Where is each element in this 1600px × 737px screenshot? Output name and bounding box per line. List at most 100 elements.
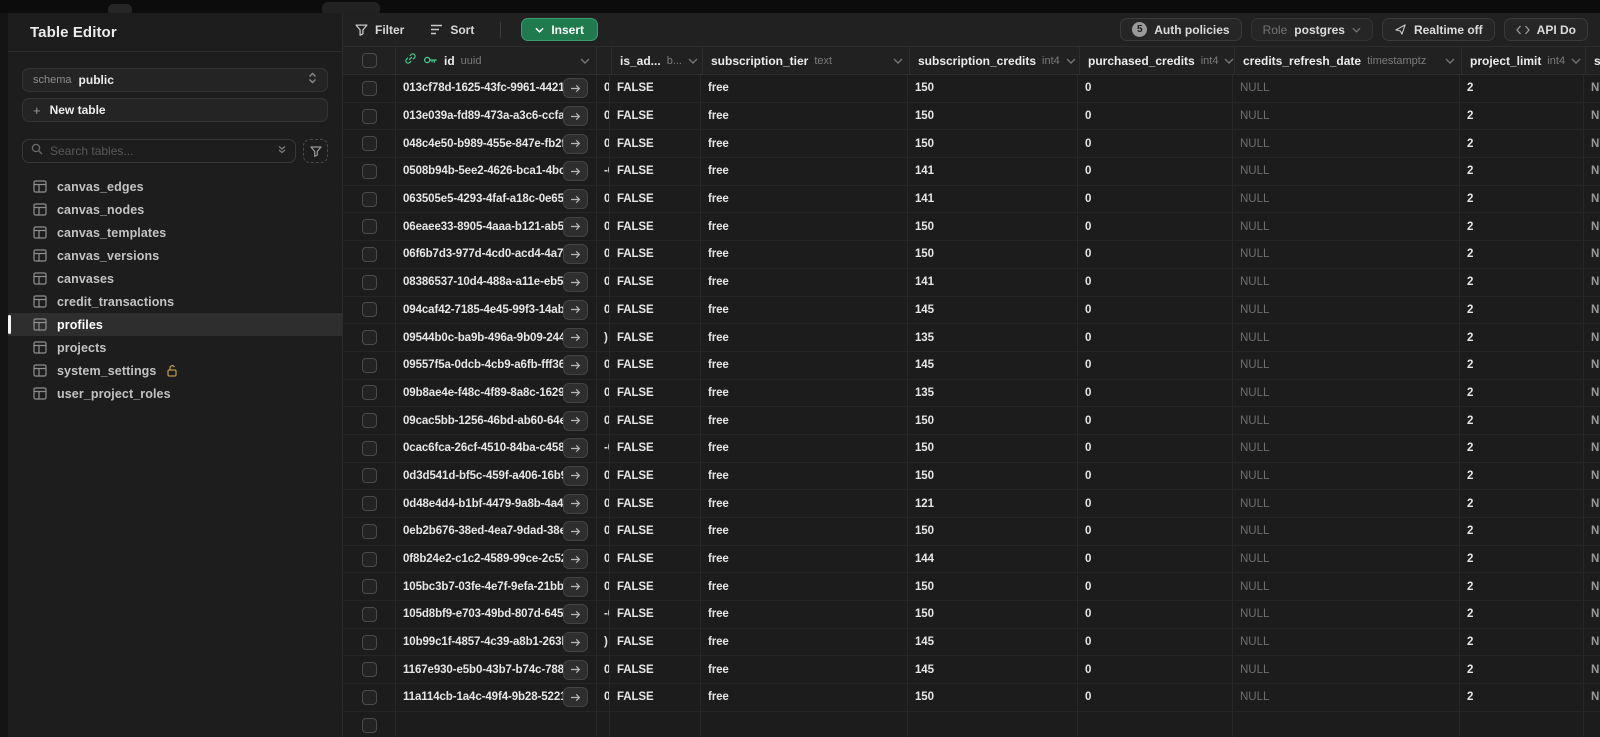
cell-id[interactable]: 0d48e4d4-b1bf-4479-9a8b-4a4b... — [396, 490, 597, 517]
cell-tier[interactable]: free — [701, 268, 908, 296]
cell-frag[interactable]: 0 — [597, 268, 610, 296]
cell-id[interactable]: 09557f5a-0dcb-4cb9-a6fb-fff366... — [396, 351, 597, 379]
cell-purchased[interactable]: 0 — [1078, 462, 1233, 490]
expand-row-button[interactable] — [563, 493, 588, 514]
row-checkbox[interactable] — [361, 274, 377, 290]
cell-last[interactable] — [1584, 712, 1600, 737]
cell-refresh[interactable]: NULL — [1233, 684, 1460, 711]
cell-id[interactable]: 048c4e50-b989-455e-847e-fb2f... — [396, 130, 597, 158]
cell-last[interactable]: NULL — [1584, 573, 1600, 600]
cell-purchased[interactable] — [1078, 711, 1233, 737]
cell-refresh[interactable]: NULL — [1233, 351, 1460, 379]
expand-row-button[interactable] — [563, 272, 588, 293]
cell-sub_credits[interactable]: 145 — [908, 656, 1078, 684]
header-cell-subscription-credits[interactable]: subscription_credits int4 — [910, 47, 1080, 74]
cell-is_admin[interactable]: FALSE — [610, 185, 701, 213]
cell-frag[interactable]: 0( — [597, 296, 610, 324]
header-cell-id[interactable]: id uuid — [396, 47, 597, 74]
cell-last[interactable]: NULL — [1584, 656, 1600, 683]
cell-frag[interactable]: 0( — [597, 490, 610, 517]
cell-id[interactable]: 094caf42-7185-4e45-99f3-14abee... — [396, 296, 597, 324]
cell-refresh[interactable]: NULL — [1233, 490, 1460, 517]
column-menu-chevron-icon[interactable] — [1066, 58, 1076, 64]
row-checkbox[interactable] — [361, 413, 377, 429]
column-menu-chevron-icon[interactable] — [1571, 58, 1581, 64]
column-menu-chevron-icon[interactable] — [580, 58, 590, 64]
cell-tier[interactable]: free — [701, 490, 908, 517]
cell-frag[interactable]: 0( — [597, 130, 610, 158]
cell-frag[interactable]: 0( — [597, 351, 610, 379]
cell-tier[interactable]: free — [701, 573, 908, 601]
row-checkbox[interactable] — [361, 634, 377, 650]
cell-limit[interactable]: 2 — [1460, 296, 1584, 324]
chevron-double-icon[interactable] — [277, 142, 287, 160]
expand-row-button[interactable] — [563, 465, 588, 486]
cell-sub_credits[interactable]: 141 — [908, 185, 1078, 213]
cell-refresh[interactable]: NULL — [1233, 545, 1460, 573]
row-checkbox[interactable] — [361, 191, 377, 207]
row-checkbox[interactable] — [361, 468, 377, 484]
cell-refresh[interactable]: NULL — [1233, 241, 1460, 268]
sidebar-item-canvas_templates[interactable]: canvas_templates — [8, 221, 342, 244]
cell-tier[interactable]: free — [701, 379, 908, 407]
filter-button[interactable]: Filter — [355, 23, 404, 37]
row-checkbox[interactable] — [361, 246, 377, 262]
cell-frag[interactable]: 0( — [597, 656, 610, 684]
cell-frag[interactable]: ) — [597, 324, 610, 351]
cell-tier[interactable]: free — [701, 628, 908, 656]
cell-purchased[interactable]: 0 — [1078, 130, 1233, 158]
cell-id[interactable] — [396, 711, 597, 737]
cell-tier[interactable]: free — [701, 75, 908, 102]
row-checkbox[interactable] — [361, 219, 377, 235]
cell-purchased[interactable]: 0 — [1078, 490, 1233, 517]
cell-sub_credits[interactable]: 150 — [908, 130, 1078, 158]
cell-sub_credits[interactable]: 141 — [908, 158, 1078, 185]
cell-id[interactable]: 0eb2b676-38ed-4ea7-9dad-38e6... — [396, 518, 597, 545]
cell-sub_credits[interactable]: 150 — [908, 518, 1078, 545]
cell-limit[interactable]: 2 — [1460, 545, 1584, 573]
cell-last[interactable]: NULL — [1584, 490, 1600, 517]
expand-row-button[interactable] — [563, 355, 588, 376]
cell-refresh[interactable]: NULL — [1233, 601, 1460, 628]
cell-is_admin[interactable]: FALSE — [610, 324, 701, 351]
cell-refresh[interactable]: NULL — [1233, 324, 1460, 351]
row-checkbox[interactable] — [361, 717, 377, 733]
cell-purchased[interactable]: 0 — [1078, 324, 1233, 351]
row-checkbox[interactable] — [361, 440, 377, 456]
cell-last[interactable]: NULL — [1584, 241, 1600, 268]
cell-refresh[interactable]: NULL — [1233, 75, 1460, 102]
expand-row-button[interactable] — [563, 299, 588, 320]
cell-is_admin[interactable] — [610, 711, 701, 737]
cell-sub_credits[interactable]: 145 — [908, 296, 1078, 324]
insert-button[interactable]: Insert — [521, 18, 599, 41]
cell-is_admin[interactable]: FALSE — [610, 268, 701, 296]
cell-id[interactable]: 063505e5-4293-4faf-a18c-0e65b... — [396, 185, 597, 213]
row-checkbox[interactable] — [361, 606, 377, 622]
cell-last[interactable]: NULL — [1584, 103, 1600, 130]
cell-id[interactable]: 105d8bf9-e703-49bd-807d-645e... — [396, 601, 597, 628]
cell-refresh[interactable]: NULL — [1233, 462, 1460, 490]
row-checkbox[interactable] — [361, 385, 377, 401]
cell-refresh[interactable]: NULL — [1233, 158, 1460, 185]
cell-id[interactable]: 013e039a-fd89-473a-a3c6-ccfa9... — [396, 102, 597, 130]
cell-refresh[interactable]: NULL — [1233, 213, 1460, 241]
column-menu-chevron-icon[interactable] — [688, 58, 698, 64]
cell-last[interactable]: NULL — [1584, 75, 1600, 102]
cell-limit[interactable]: 2 — [1460, 628, 1584, 656]
cell-is_admin[interactable]: FALSE — [610, 656, 701, 684]
cell-purchased[interactable]: 0 — [1078, 407, 1233, 434]
cell-tier[interactable]: free — [701, 296, 908, 324]
cell-id[interactable]: 0508b94b-5ee2-4626-bca1-4bca... — [396, 158, 597, 185]
cell-frag[interactable]: 0( — [597, 462, 610, 490]
cell-frag[interactable]: 0( — [597, 545, 610, 573]
header-cell-subscription-tier[interactable]: subscription_tier text — [703, 47, 910, 74]
cell-refresh[interactable]: NULL — [1233, 268, 1460, 296]
cell-refresh[interactable]: NULL — [1233, 185, 1460, 213]
cell-tier[interactable]: free — [701, 684, 908, 711]
expand-row-button[interactable] — [563, 216, 588, 237]
sidebar-item-user_project_roles[interactable]: user_project_roles — [8, 382, 342, 405]
cell-last[interactable]: NULL — [1584, 546, 1600, 573]
cell-sub_credits[interactable]: 150 — [908, 573, 1078, 601]
expand-row-button[interactable] — [563, 604, 588, 625]
row-checkbox[interactable] — [361, 357, 377, 373]
